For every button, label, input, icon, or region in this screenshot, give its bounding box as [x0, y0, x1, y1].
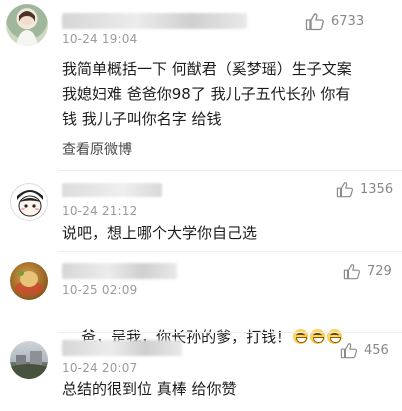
- comment-2: 10-24 21:12 1356 说吧，想上哪个大学你自己选: [0, 171, 402, 251]
- like-button[interactable]: 456: [340, 342, 389, 359]
- like-count: 729: [367, 264, 392, 279]
- like-button[interactable]: 6733: [305, 12, 364, 31]
- thumbs-up-icon: [305, 12, 325, 31]
- username-redacted[interactable]: [62, 340, 182, 356]
- comment-4: 10-24 20:07 456 总结的很到位 真棒 给你赞: [0, 333, 402, 411]
- avatar[interactable]: [10, 341, 48, 379]
- comment-text: 说吧，想上哪个大学你自己选: [62, 224, 258, 242]
- username-redacted[interactable]: [62, 183, 162, 197]
- comment-time: 10-25 02:09: [62, 283, 138, 297]
- comment-3: 10-25 02:09 729 爸，是我，你长孙的爹，打钱！: [0, 252, 402, 346]
- comment-time: 10-24 21:12: [62, 204, 138, 218]
- like-button[interactable]: 1356: [336, 181, 393, 198]
- comment-time: 10-24 20:07: [62, 361, 138, 375]
- like-button[interactable]: 729: [343, 263, 392, 280]
- like-count: 1356: [360, 182, 394, 197]
- view-original-weibo-link[interactable]: 查看原微博: [62, 139, 132, 159]
- avatar[interactable]: [6, 4, 48, 46]
- comment-text: 总结的很到位 真棒 给你赞: [62, 380, 237, 398]
- avatar[interactable]: [10, 183, 48, 221]
- comment-1: 10-24 19:04 6733 我简单概括一下 何猷君（奚梦瑶）生子文案 我媳…: [0, 0, 402, 170]
- avatar[interactable]: [10, 262, 48, 300]
- username-redacted[interactable]: [62, 263, 177, 279]
- like-count: 456: [364, 343, 389, 358]
- thumbs-up-icon: [336, 181, 354, 198]
- username-redacted[interactable]: [62, 13, 247, 29]
- comment-text: 我简单概括一下 何猷君（奚梦瑶）生子文案 我媳妇难 爸爸你98了 我儿子五代长孙…: [62, 60, 352, 128]
- comment-time: 10-24 19:04: [62, 32, 138, 46]
- thumbs-up-icon: [340, 342, 358, 359]
- thumbs-up-icon: [343, 263, 361, 280]
- like-count: 6733: [331, 14, 365, 29]
